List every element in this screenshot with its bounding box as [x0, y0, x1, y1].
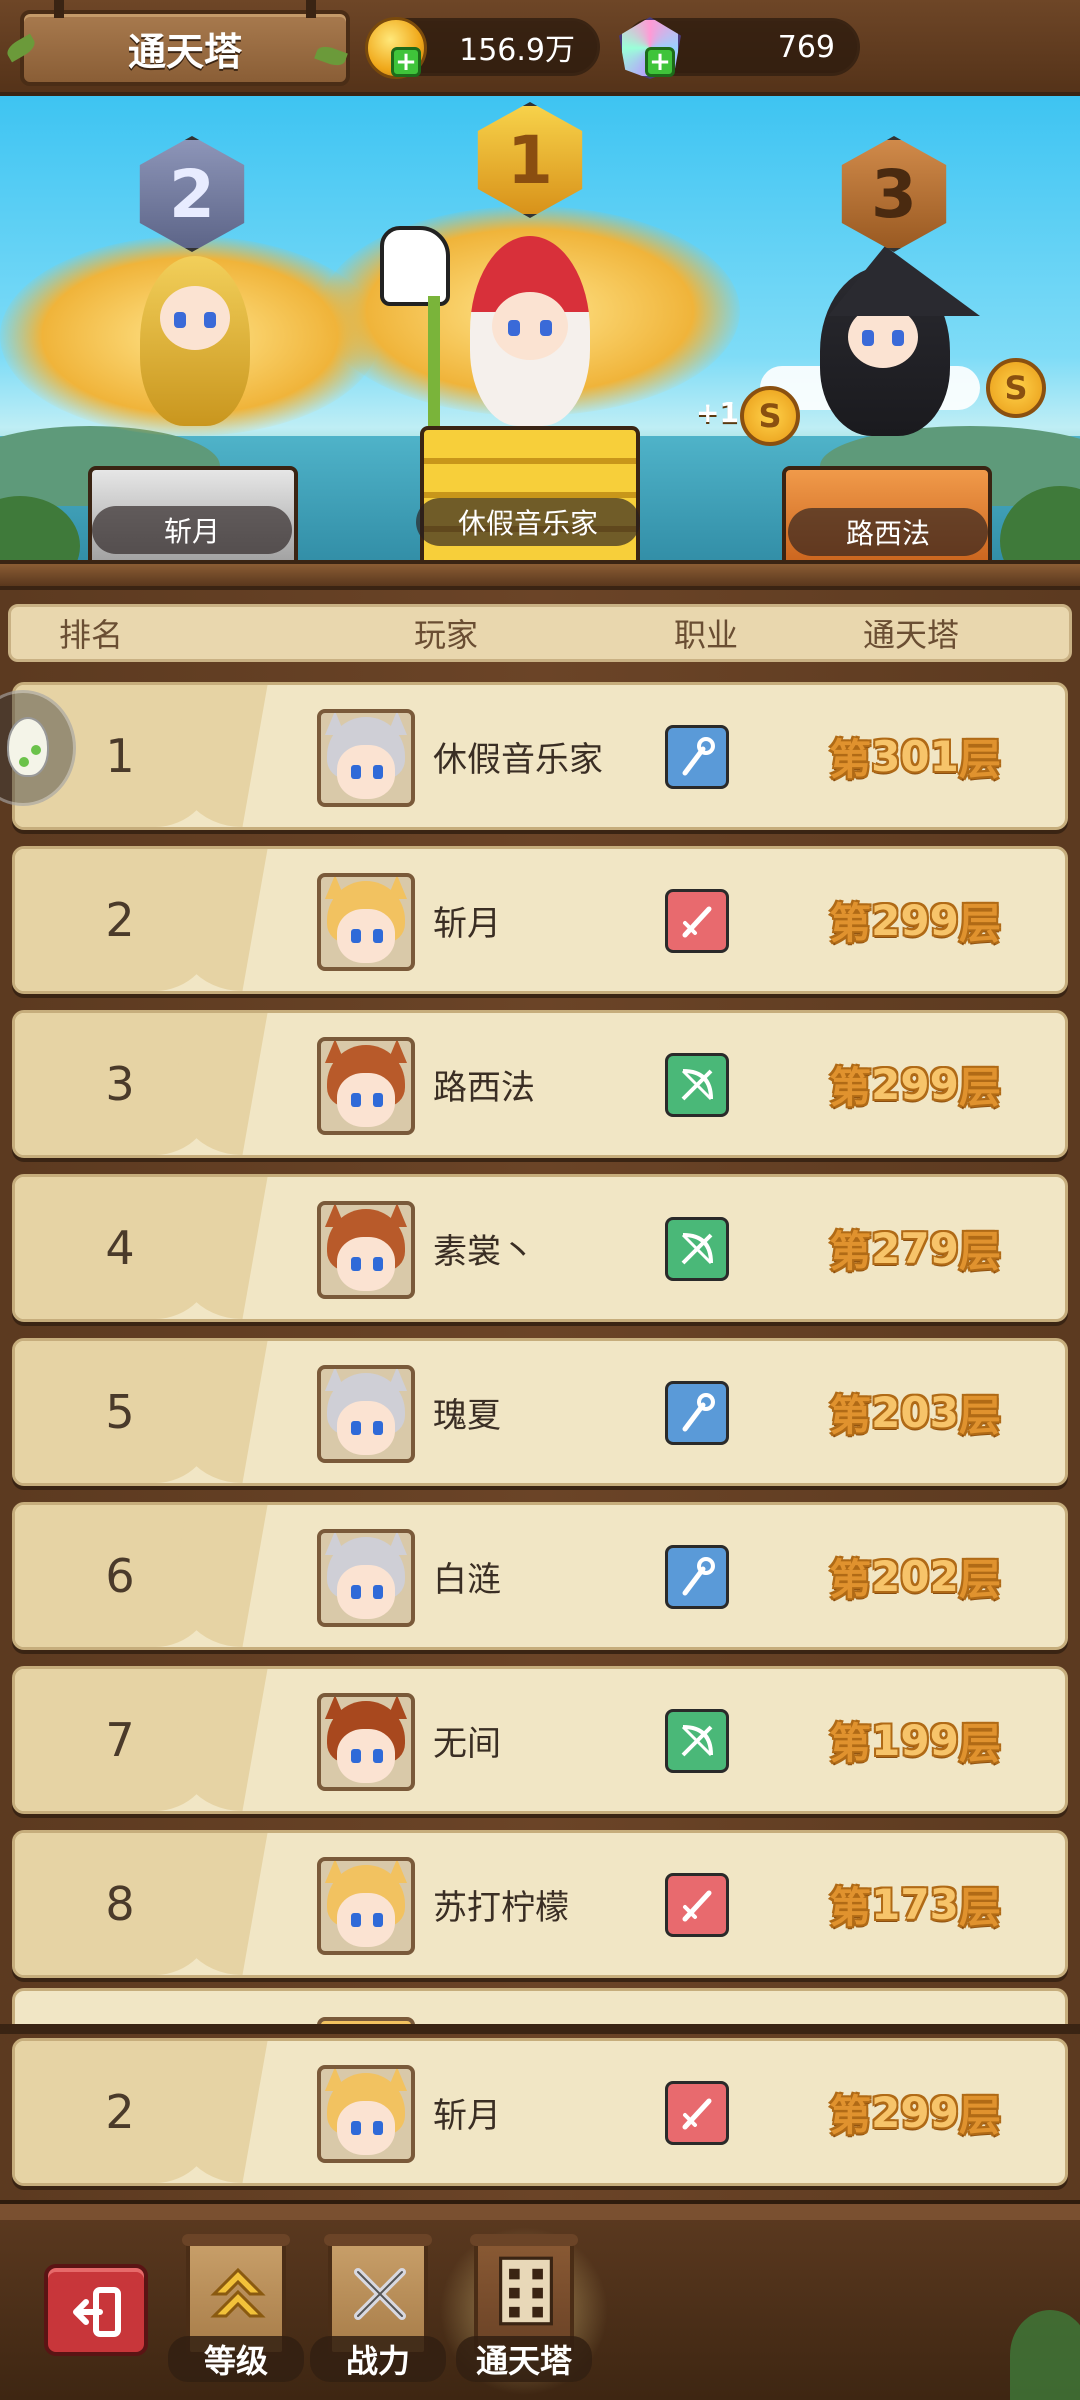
player-avatar[interactable]	[317, 1693, 415, 1791]
player-avatar[interactable]	[317, 873, 415, 971]
tower-floor: 第 299 层	[829, 2087, 1001, 2140]
table-row[interactable]: 5 瑰夏 第 203 层	[12, 1338, 1068, 1486]
player-name: 休假音乐家	[433, 739, 603, 780]
coin-icon: S	[740, 386, 800, 446]
rank-number: 2	[105, 893, 135, 947]
title-plank: 通天塔	[20, 0, 350, 86]
header-player: 玩家	[413, 616, 478, 654]
bottom-plank	[0, 2204, 1080, 2220]
player-name: 斩月	[433, 903, 501, 944]
table-row[interactable]: 8 苏打柠檬 第 173 层	[12, 1830, 1068, 1978]
rank-number: 5	[105, 1385, 135, 1439]
nav-tower-label: 通天塔	[456, 2336, 592, 2382]
rank-1-badge: 1	[477, 102, 583, 218]
player-avatar[interactable]	[317, 1529, 415, 1627]
table-row-partial[interactable]	[12, 1988, 1068, 2028]
player-avatar[interactable]	[317, 1037, 415, 1135]
header-rank: 排名	[58, 616, 123, 654]
job-bow-icon	[665, 1709, 729, 1773]
crossed-swords-icon	[354, 2268, 406, 2320]
rank-3-badge: 3	[841, 136, 947, 252]
header-job: 职业	[673, 616, 738, 654]
job-staff-icon	[665, 1545, 729, 1609]
coin-icon: S	[986, 358, 1046, 418]
player-avatar[interactable]	[317, 1857, 415, 1955]
rank-number: 7	[105, 1713, 135, 1767]
player-name: 斩月	[433, 2095, 501, 2136]
witch-hat	[828, 246, 980, 316]
header-tower: 通天塔	[862, 616, 959, 654]
player-avatar[interactable]	[317, 1201, 415, 1299]
hero-second	[140, 256, 250, 426]
table-header: 排名 玩家 职业 通天塔	[8, 604, 1072, 662]
job-bow-icon	[665, 1053, 729, 1117]
egg-icon	[7, 717, 49, 777]
tower-floor: 第 173 层	[829, 1879, 1001, 1932]
tower-floor: 第 202 层	[829, 1551, 1001, 1604]
player-name: 无间	[433, 1723, 501, 1764]
player-name: 素裳丶	[433, 1231, 535, 1272]
gem-value: 769	[777, 29, 835, 65]
table-row[interactable]: 4 素裳丶 第 279 层	[12, 1174, 1068, 1322]
board-rim	[0, 560, 1080, 590]
tower-floor: 第 203 层	[829, 1387, 1001, 1440]
coin-bonus-text: +1	[696, 396, 739, 429]
nav-power-label: 战力	[310, 2336, 446, 2382]
player-name: 瑰夏	[433, 1395, 501, 1436]
add-gem-icon[interactable]: +	[645, 47, 675, 77]
table-row[interactable]: 7 无间 第 199 层	[12, 1666, 1068, 1814]
nav-power-tab[interactable]: 战力	[310, 2234, 446, 2386]
nav-level-tab[interactable]: 等级	[168, 2234, 304, 2386]
tower-floor: 第 299 层	[829, 1059, 1001, 1112]
job-staff-icon	[665, 725, 729, 789]
podium-first-name[interactable]: 休假音乐家	[416, 498, 640, 546]
table-row[interactable]: 1 休假音乐家 第 301 层	[12, 682, 1068, 830]
gold-value: 156.9万	[459, 33, 575, 68]
player-avatar[interactable]	[317, 1365, 415, 1463]
job-sword-icon	[665, 889, 729, 953]
podium-banner: 2 斩月 1 休假音乐家 3 S +1 S 路西法	[0, 96, 1080, 570]
table-row[interactable]: 6 白涟 第 202 层	[12, 1502, 1068, 1650]
job-sword-icon	[665, 1873, 729, 1937]
add-gold-icon[interactable]: +	[391, 47, 421, 77]
hero-first	[470, 236, 590, 426]
rank-number: 3	[105, 1057, 135, 1111]
my-rank-row-card[interactable]: 2 斩月 第 299 层	[12, 2038, 1068, 2186]
table-row[interactable]: 2 斩月 第 299 层	[12, 846, 1068, 994]
player-name: 路西法	[433, 1067, 535, 1108]
exit-button[interactable]	[44, 2264, 148, 2356]
my-rank-divider	[0, 2024, 1080, 2034]
player-avatar[interactable]	[317, 2065, 415, 2163]
exit-icon	[73, 2287, 121, 2337]
job-sword-icon	[665, 2081, 729, 2145]
rank-number: 6	[105, 1549, 135, 1603]
player-name: 白涟	[433, 1559, 501, 1600]
gem-counter[interactable]: + 769	[619, 17, 860, 79]
tower-floor: 第 299 层	[829, 895, 1001, 948]
gold-counter[interactable]: + 156.9万	[365, 17, 600, 79]
tower-floor: 第 301 层	[829, 731, 1001, 784]
top-bar: 通天塔 + 156.9万 + 769	[0, 0, 1080, 96]
page-title: 通天塔	[127, 29, 242, 74]
nav-level-label: 等级	[168, 2336, 304, 2382]
grass-decoration	[1010, 2310, 1080, 2400]
level-up-icon	[210, 2267, 266, 2318]
tower-floor: 第 279 层	[829, 1223, 1001, 1276]
podium-third-name[interactable]: 路西法	[788, 508, 988, 556]
job-staff-icon	[665, 1381, 729, 1445]
job-bow-icon	[665, 1217, 729, 1281]
rank-number: 4	[105, 1221, 135, 1275]
horse-staff-icon	[380, 226, 450, 306]
tower-floor: 第 199 层	[829, 1715, 1001, 1768]
rank-number: 2	[105, 2085, 135, 2139]
rank-number: 8	[105, 1877, 135, 1931]
player-avatar[interactable]	[317, 709, 415, 807]
nav-tower-tab[interactable]: 通天塔	[440, 2226, 608, 2396]
player-name: 苏打柠檬	[433, 1887, 569, 1928]
rank-2-badge: 2	[139, 136, 245, 252]
table-row[interactable]: 3 路西法 第 299 层	[12, 1010, 1068, 1158]
podium-second-name[interactable]: 斩月	[92, 506, 292, 554]
tower-icon	[499, 2256, 553, 2326]
